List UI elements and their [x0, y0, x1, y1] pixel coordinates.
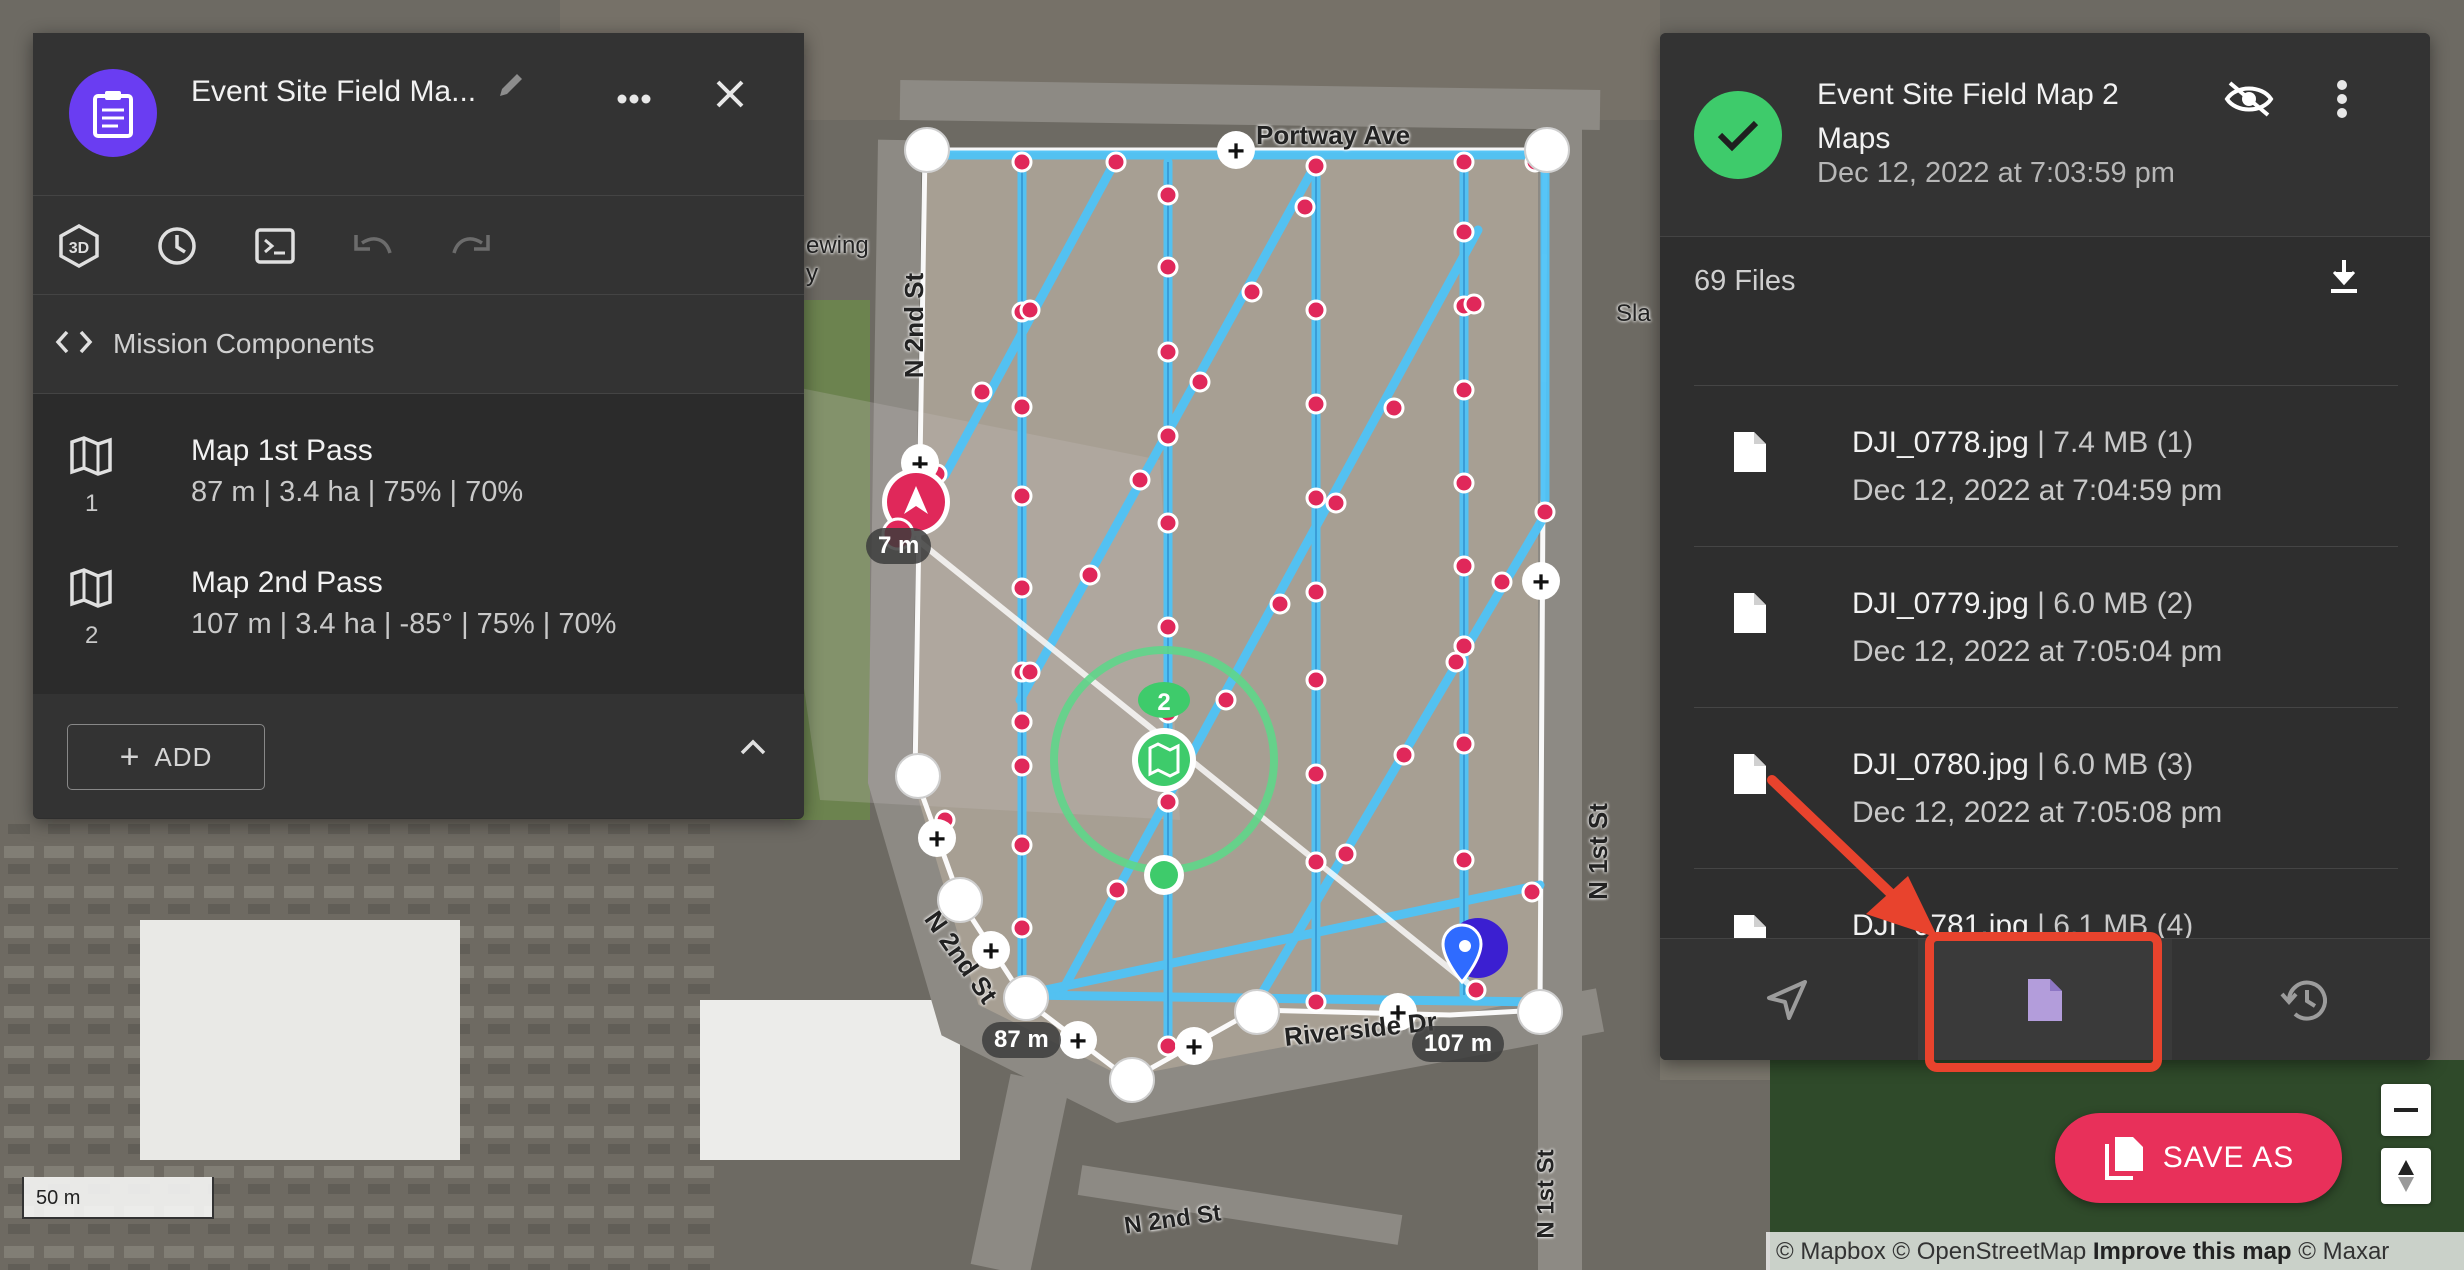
- 3d-view-icon[interactable]: 3D: [55, 222, 103, 270]
- files-header: 69 Files: [1660, 237, 2430, 321]
- mission-header: Event Site Field Ma...: [33, 33, 804, 196]
- svg-text:+: +: [982, 935, 1000, 968]
- dataset-header: Event Site Field Map 2 Maps Dec 12, 2022…: [1660, 33, 2430, 237]
- clock-icon[interactable]: [153, 222, 201, 270]
- eye-off-icon[interactable]: [2224, 79, 2274, 124]
- distance-label-107m: 107 m: [1412, 1026, 1505, 1062]
- annotation-highlight-box: [1925, 932, 2162, 1072]
- file-icon: [1732, 591, 1768, 640]
- mission-toolbar: 3D: [33, 196, 804, 295]
- mission-detail: 87 m | 3.4 ha | 75% | 70%: [191, 476, 524, 508]
- file-row[interactable]: DJI_0779.jpg | 6.0 MB (2) Dec 12, 2022 a…: [1694, 546, 2398, 707]
- file-date: Dec 12, 2022 at 7:05:04 pm: [1852, 635, 2223, 668]
- svg-text:+: +: [1185, 1031, 1203, 1064]
- save-as-label: SAVE AS: [2162, 1141, 2295, 1174]
- terminal-icon[interactable]: [251, 222, 299, 270]
- poi-label-viewing: ewing: [806, 232, 869, 259]
- download-icon[interactable]: [2326, 257, 2362, 302]
- svg-text:3D: 3D: [69, 240, 89, 257]
- poi-label-sla: Sla: [1616, 300, 1651, 327]
- street-label-n1st-b: N 1st St: [1532, 1149, 1560, 1239]
- street-label-portway: Portway Ave: [1256, 120, 1411, 150]
- zoom-out-button[interactable]: [2381, 1084, 2431, 1136]
- distance-label-87m: 87 m: [982, 1022, 1061, 1058]
- svg-text:+: +: [928, 823, 946, 856]
- svg-text:+: +: [1069, 1025, 1087, 1058]
- chevron-up-icon[interactable]: [739, 738, 767, 761]
- dataset-title: Event Site Field Map 2 Maps: [1817, 78, 2119, 155]
- file-icon: [1732, 430, 1768, 479]
- more-vertical-icon[interactable]: [2336, 79, 2348, 124]
- code-icon: [55, 329, 93, 360]
- minus-icon: [2394, 1108, 2418, 1112]
- file-date: Dec 12, 2022 at 7:05:08 pm: [1852, 796, 2223, 829]
- mission-index: 1: [85, 490, 99, 517]
- mission-panel: Event Site Field Ma... 3D Mission Compon…: [33, 33, 804, 819]
- file-meta: | 6.0 MB (3): [2028, 748, 2194, 781]
- distance-label-partial: 7 m: [866, 528, 932, 564]
- files-count: 69 Files: [1694, 265, 1796, 297]
- mission-index: 2: [85, 622, 99, 649]
- mission-components-label: Mission Components: [113, 328, 375, 359]
- compass-icon: [2398, 1160, 2414, 1192]
- improve-map-link[interactable]: Improve this map: [2093, 1238, 2292, 1265]
- file-meta: | 7.4 MB (1): [2028, 426, 2194, 459]
- compass-button[interactable]: [2381, 1148, 2431, 1204]
- clipboard-icon: [69, 69, 157, 157]
- copy-file-icon: [2104, 1137, 2143, 1180]
- more-horizontal-icon[interactable]: [617, 91, 651, 109]
- file-list[interactable]: DJI_0778.jpg | 7.4 MB (1) Dec 12, 2022 a…: [1694, 385, 2398, 985]
- mission-item-1[interactable]: 1 Map 1st Pass 87 m | 3.4 ha | 75% | 70%: [33, 406, 804, 526]
- checkmark-icon: [1694, 91, 1782, 179]
- mission-name: Map 2nd Pass: [191, 566, 383, 599]
- file-name: DJI_0778.jpg: [1852, 426, 2029, 459]
- map-icon: [69, 436, 113, 481]
- mission-item-2[interactable]: 2 Map 2nd Pass 107 m | 3.4 ha | -85° | 7…: [33, 538, 804, 658]
- mission-detail: 107 m | 3.4 ha | -85° | 75% | 70%: [191, 608, 617, 640]
- mission-components-toggle[interactable]: Mission Components: [33, 295, 804, 394]
- mission-title[interactable]: Event Site Field Ma...: [191, 75, 476, 109]
- mission-badge-text: 2: [1157, 689, 1170, 716]
- tab-navigation[interactable]: [1660, 939, 1914, 1060]
- file-meta: | 6.0 MB (2): [2028, 587, 2194, 620]
- mission-name: Map 1st Pass: [191, 434, 373, 467]
- dataset-panel: Event Site Field Map 2 Maps Dec 12, 2022…: [1660, 33, 2430, 1060]
- file-name: DJI_0779.jpg: [1852, 587, 2029, 620]
- svg-text:+: +: [1227, 135, 1245, 168]
- pencil-icon[interactable]: [495, 69, 527, 106]
- plus-icon: +: [119, 738, 141, 776]
- history-icon: [2280, 980, 2327, 1021]
- scale-bar: 50 m: [22, 1177, 214, 1219]
- file-row[interactable]: DJI_0780.jpg | 6.0 MB (3) Dec 12, 2022 a…: [1694, 707, 2398, 868]
- attribution-suffix: © Maxar: [2291, 1238, 2390, 1265]
- save-as-button[interactable]: SAVE AS: [2055, 1113, 2342, 1203]
- street-label-n1st-a: N 1st St: [1582, 803, 1613, 900]
- poi-label-viewing-2: y: [806, 260, 818, 287]
- map-attribution: © Mapbox © OpenStreetMap Improve this ma…: [1766, 1232, 2464, 1270]
- street-label-n2nd-a: N 2nd St: [899, 272, 930, 379]
- close-icon[interactable]: [715, 79, 745, 114]
- mission-list: 1 Map 1st Pass 87 m | 3.4 ha | 75% | 70%…: [33, 394, 804, 694]
- dataset-date: Dec 12, 2022 at 7:03:59 pm: [1817, 157, 2175, 189]
- attribution-text: © Mapbox © OpenStreetMap: [1776, 1238, 2093, 1265]
- file-date: Dec 12, 2022 at 7:04:59 pm: [1852, 474, 2223, 507]
- navigation-arrow-icon: [1767, 980, 1807, 1020]
- file-row[interactable]: DJI_0778.jpg | 7.4 MB (1) Dec 12, 2022 a…: [1694, 385, 2398, 546]
- add-button[interactable]: + ADD: [67, 724, 265, 790]
- tab-history[interactable]: [2176, 939, 2430, 1060]
- svg-text:+: +: [1532, 566, 1550, 599]
- mission-footer: + ADD: [33, 694, 804, 818]
- undo-icon[interactable]: [349, 222, 397, 270]
- map-icon: [69, 568, 113, 613]
- add-button-label: ADD: [154, 741, 213, 772]
- redo-icon[interactable]: [447, 222, 495, 270]
- file-name: DJI_0780.jpg: [1852, 748, 2029, 781]
- file-icon: [1732, 752, 1768, 801]
